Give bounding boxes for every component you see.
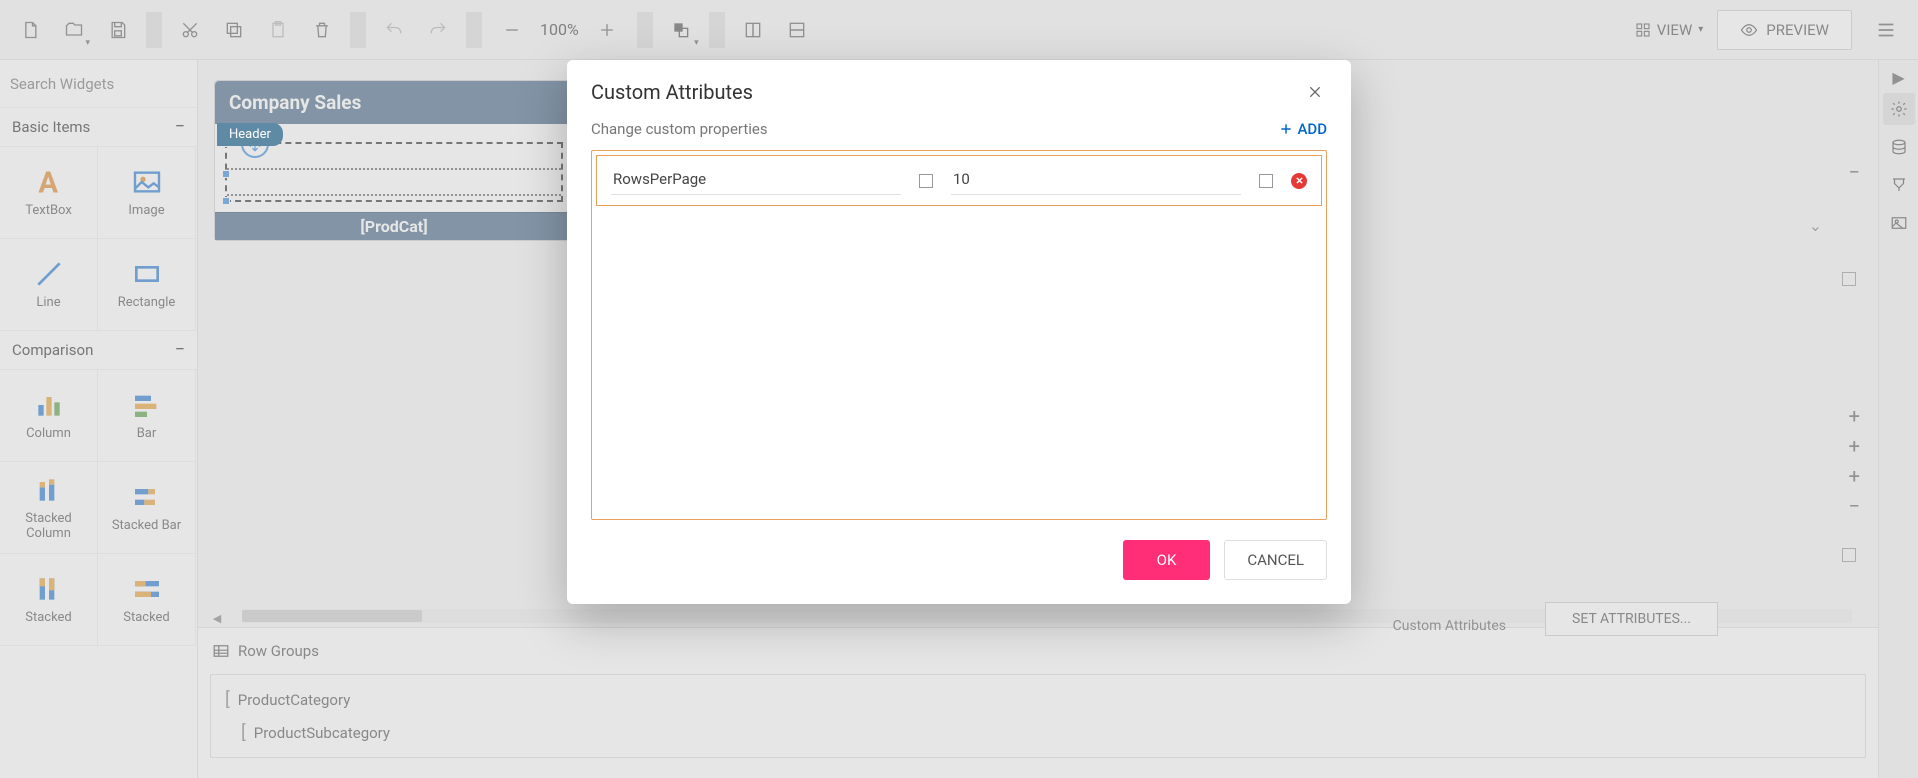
custom-attributes-dialog: Custom Attributes Change custom properti… (567, 60, 1351, 604)
ok-button[interactable]: OK (1123, 540, 1211, 580)
cancel-button[interactable]: CANCEL (1224, 540, 1327, 580)
attribute-name-input[interactable] (611, 166, 901, 195)
attribute-row (596, 155, 1322, 206)
header-tab[interactable]: Header (217, 123, 283, 146)
add-attribute-button[interactable]: ADD (1279, 120, 1327, 138)
delete-attribute-button[interactable] (1291, 173, 1307, 189)
attribute-value-fx-checkbox[interactable] (1259, 174, 1273, 188)
attribute-value-input[interactable] (951, 166, 1241, 195)
dialog-close-button[interactable] (1303, 80, 1327, 104)
attribute-name-fx-checkbox[interactable] (919, 174, 933, 188)
attribute-list (591, 150, 1327, 520)
dialog-title: Custom Attributes (591, 80, 753, 104)
dialog-subtitle: Change custom properties (591, 120, 768, 138)
